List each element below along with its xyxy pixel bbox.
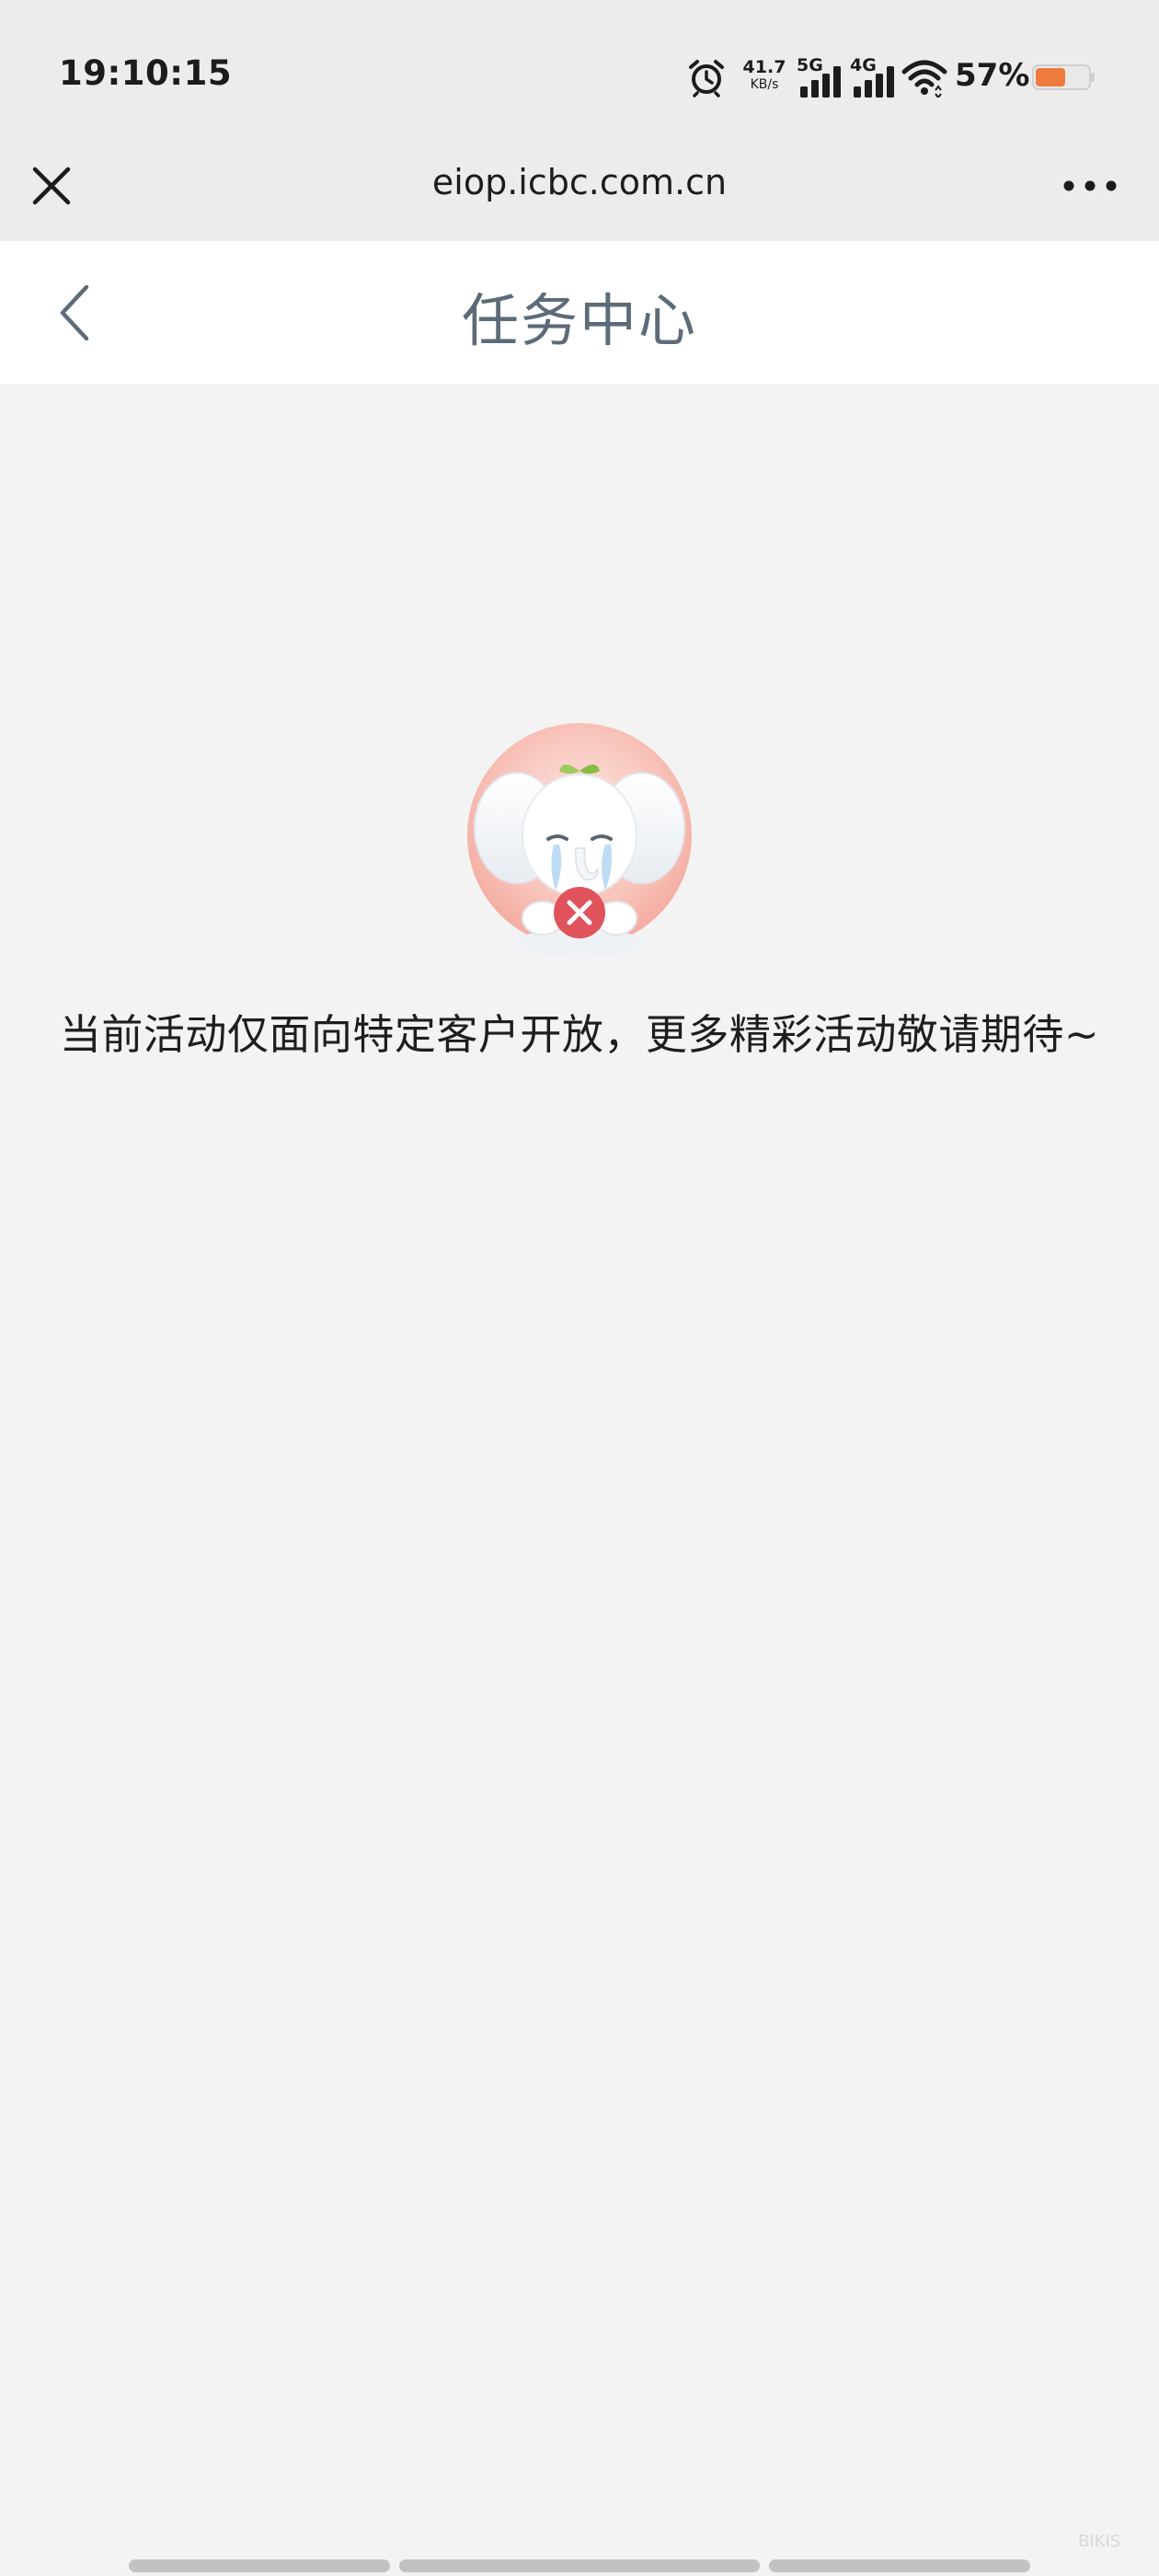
chevron-left-icon[interactable] [48, 280, 103, 346]
network-speed: 41.7 KB/s [741, 57, 787, 92]
bottom-indicator-segment [769, 2559, 1030, 2572]
wifi-icon [901, 60, 947, 98]
bottom-indicator-segment [399, 2559, 760, 2572]
browser-url: eiop.icbc.com.cn [431, 162, 728, 202]
page-header: 任务中心 [0, 241, 1159, 385]
browser-bar: eiop.icbc.com.cn [0, 138, 1159, 241]
status-bar: 19:10:15 41.7 KB/s 5G 4G 57% [0, 0, 1159, 138]
battery-icon [1032, 64, 1095, 90]
empty-state-message: 当前活动仅面向特定客户开放，更多精彩活动敬请期待~ [59, 1010, 1100, 1059]
close-icon[interactable] [28, 162, 75, 210]
bottom-indicator-segment [129, 2559, 390, 2572]
status-time: 19:10:15 [59, 53, 233, 93]
signal-5g-icon: 5G [797, 57, 844, 98]
crying-elephant-illustration [467, 723, 692, 955]
more-icon[interactable] [1058, 162, 1122, 210]
network-speed-value: 41.7 [742, 57, 786, 77]
watermark: BIKIS [1078, 2532, 1121, 2551]
battery-percent: 57% [955, 57, 1030, 94]
network-speed-unit: KB/s [750, 77, 779, 92]
page-title: 任务中心 [461, 287, 697, 354]
signal-4g-icon: 4G [850, 57, 898, 98]
alarm-icon [689, 60, 724, 98]
